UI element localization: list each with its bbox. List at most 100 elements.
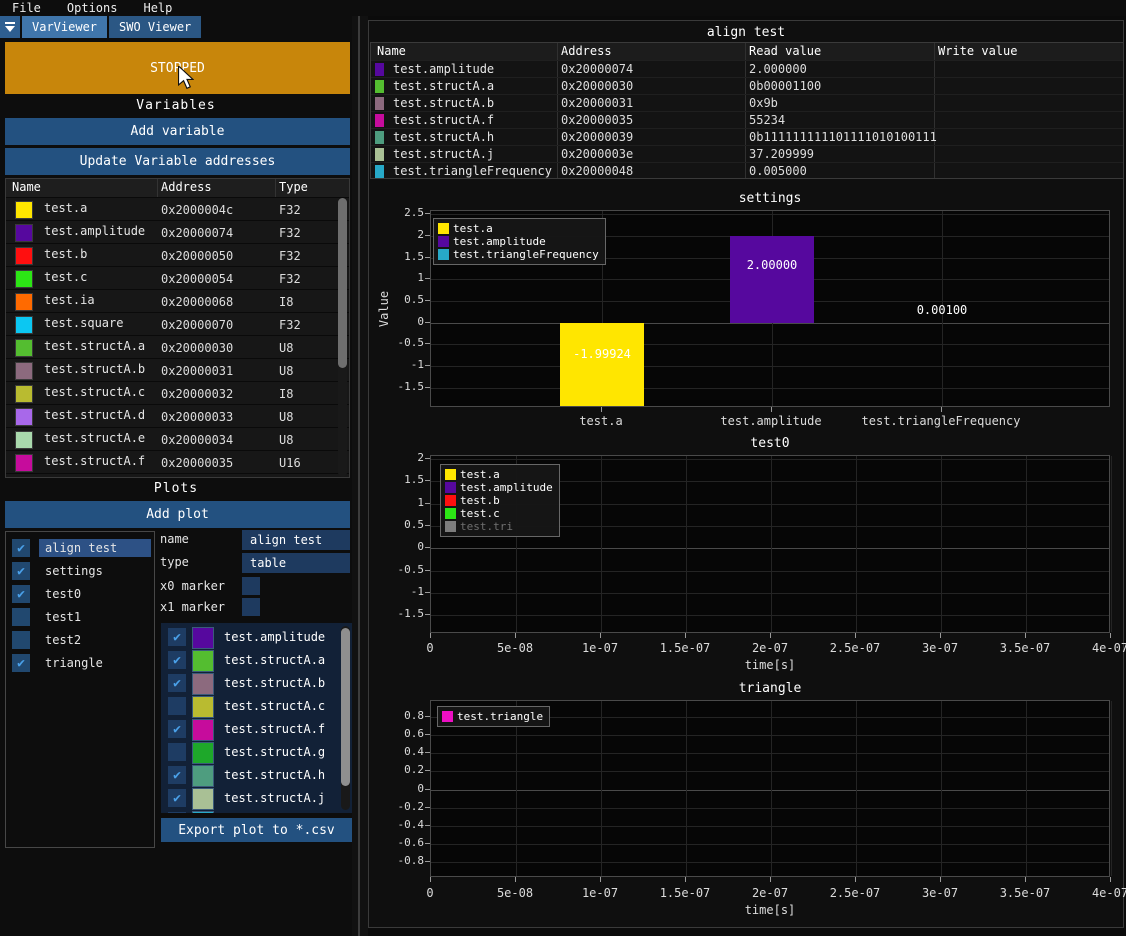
x1-marker-checkbox[interactable]	[242, 598, 260, 616]
table-row[interactable]: test.structA.c0x20000032I8	[6, 381, 349, 405]
series-item-test.structA.j[interactable]: ✔test.structA.j	[161, 788, 352, 811]
legend[interactable]: test.triangle	[437, 706, 550, 727]
plot-type-select[interactable]: table	[242, 553, 350, 573]
series-item-test.structA.g[interactable]: test.structA.g	[161, 742, 352, 765]
plot-name-label[interactable]: test1	[39, 608, 151, 626]
tab-swo-viewer[interactable]: SWO Viewer	[109, 16, 201, 38]
table-row[interactable]: test.structA.d0x20000033U8	[6, 404, 349, 428]
table-row[interactable]: test.structA.b0x20000031U8	[6, 358, 349, 382]
column-header-name[interactable]: Name	[377, 44, 406, 58]
series-color-swatch[interactable]	[192, 627, 214, 649]
add-plot-button[interactable]: Add plot	[5, 501, 350, 528]
series-item[interactable]: ✔	[161, 811, 352, 813]
table-row[interactable]: test.ia0x20000068I8	[6, 289, 349, 313]
plot-list-item-test1[interactable]: test1	[6, 606, 154, 629]
series-visible-checkbox[interactable]: ✔	[168, 674, 186, 692]
read-value[interactable]: 0.005000	[749, 164, 807, 178]
series-visible-checkbox[interactable]: ✔	[168, 766, 186, 784]
legend-item-test.amplitude[interactable]: test.amplitude	[438, 235, 599, 248]
legend-item-test.tri[interactable]: test.tri	[445, 520, 553, 533]
legend-item-test.triangleFrequency[interactable]: test.triangleFrequency	[438, 248, 599, 261]
table-row[interactable]: test.triangleFrequency0x200000480.005000	[371, 162, 1123, 179]
menu-help[interactable]: Help	[143, 1, 172, 15]
column-header-type[interactable]: Type	[279, 180, 308, 194]
legend-item-test.a[interactable]: test.a	[445, 468, 553, 481]
read-value[interactable]: 0b00001100	[749, 79, 821, 93]
series-item-test.amplitude[interactable]: ✔test.amplitude	[161, 627, 352, 650]
series-color-swatch[interactable]	[192, 719, 214, 741]
plot-name-label[interactable]: settings	[39, 562, 151, 580]
series-visible-checkbox[interactable]: ✔	[168, 651, 186, 669]
menu-options[interactable]: Options	[67, 1, 118, 15]
plot-visible-checkbox[interactable]: ✔	[12, 585, 30, 603]
series-item-test.structA.h[interactable]: ✔test.structA.h	[161, 765, 352, 788]
read-value[interactable]: 0b111111111101111010100111	[749, 130, 937, 144]
series-color-swatch[interactable]	[192, 673, 214, 695]
menu-file[interactable]: File	[12, 1, 41, 15]
plot-list-item-triangle[interactable]: ✔ triangle	[6, 652, 154, 675]
export-csv-button[interactable]: Export plot to *.csv	[161, 818, 352, 842]
legend-item-test.b[interactable]: test.b	[445, 494, 553, 507]
variable-color-swatch[interactable]	[15, 477, 33, 478]
variable-color-swatch[interactable]	[15, 339, 33, 357]
legend[interactable]: test.atest.amplitudetest.triangleFrequen…	[433, 218, 606, 265]
table-row[interactable]: test.structA.f0x20000035U16	[6, 450, 349, 474]
bar-test.a[interactable]	[560, 323, 644, 406]
series-color-swatch[interactable]	[192, 696, 214, 718]
series-visible-checkbox[interactable]: ✔	[168, 812, 186, 813]
series-item-test.structA.c[interactable]: test.structA.c	[161, 696, 352, 719]
table-row[interactable]: test.square0x20000070F32	[6, 312, 349, 336]
read-value[interactable]: 2.000000	[749, 62, 807, 76]
variable-color-swatch[interactable]	[15, 201, 33, 219]
legend[interactable]: test.atest.amplitudetest.btest.ctest.tri	[440, 464, 560, 537]
series-color-swatch[interactable]	[192, 788, 214, 810]
column-header-write-value[interactable]: Write value	[938, 44, 1017, 58]
plot-name-input[interactable]: align test	[242, 530, 350, 550]
series-scrollbar-thumb[interactable]	[341, 628, 350, 786]
series-color-swatch[interactable]	[192, 765, 214, 787]
table-row[interactable]: test.structA.f0x2000003555234	[371, 111, 1123, 129]
plot-name-label[interactable]: triangle	[39, 654, 151, 672]
variable-color-swatch[interactable]	[15, 454, 33, 472]
plot-name-label[interactable]: align test	[39, 539, 151, 557]
legend-item-test.c[interactable]: test.c	[445, 507, 553, 520]
table-row[interactable]: test.structA.e0x20000034U8	[6, 427, 349, 451]
legend-item-test.amplitude[interactable]: test.amplitude	[445, 481, 553, 494]
update-variable-addresses-button[interactable]: Update Variable addresses	[5, 148, 350, 175]
variable-color-swatch[interactable]	[15, 385, 33, 403]
table-row[interactable]: test.structA.b0x200000310x9b	[371, 94, 1123, 112]
variable-color-swatch[interactable]	[15, 247, 33, 265]
variable-color-swatch[interactable]	[15, 270, 33, 288]
legend-item-test.triangle[interactable]: test.triangle	[442, 710, 543, 723]
series-visible-checkbox[interactable]: ✔	[168, 789, 186, 807]
table-row[interactable]: test.amplitude0x200000742.000000	[371, 60, 1123, 78]
table-row[interactable]: test.a0x2000004cF32	[6, 197, 349, 221]
bar-test.amplitude[interactable]	[730, 236, 814, 323]
collapse-panel-icon[interactable]	[0, 16, 20, 38]
legend-item-test.a[interactable]: test.a	[438, 222, 599, 235]
series-color-swatch[interactable]	[192, 811, 214, 813]
tab-varviewer[interactable]: VarViewer	[22, 16, 107, 38]
column-header-address[interactable]: Address	[561, 44, 612, 58]
plot-list-item-test2[interactable]: test2	[6, 629, 154, 652]
series-visible-checkbox[interactable]	[168, 743, 186, 761]
series-color-swatch[interactable]	[192, 742, 214, 764]
add-variable-button[interactable]: Add variable	[5, 118, 350, 145]
series-color-swatch[interactable]	[192, 650, 214, 672]
series-item-test.structA.f[interactable]: ✔test.structA.f	[161, 719, 352, 742]
series-visible-checkbox[interactable]: ✔	[168, 628, 186, 646]
plot-list-item-align-test[interactable]: ✔ align test	[6, 537, 154, 560]
read-value[interactable]: 55234	[749, 113, 785, 127]
plot-visible-checkbox[interactable]	[12, 631, 30, 649]
plot-name-label[interactable]: test0	[39, 585, 151, 603]
table-row[interactable]: test.structA.a0x20000030U8	[6, 335, 349, 359]
plot-list-item-settings[interactable]: ✔settings	[6, 560, 154, 583]
plot-visible-checkbox[interactable]: ✔	[12, 654, 30, 672]
table-row[interactable]: test.structA.a0x200000300b00001100	[371, 77, 1123, 95]
table-row[interactable]: test.c0x20000054F32	[6, 266, 349, 290]
variable-color-swatch[interactable]	[15, 293, 33, 311]
variables-scrollbar-thumb[interactable]	[338, 198, 347, 368]
variable-color-swatch[interactable]	[15, 362, 33, 380]
read-value[interactable]: 37.209999	[749, 147, 814, 161]
plot-visible-checkbox[interactable]: ✔	[12, 539, 30, 557]
